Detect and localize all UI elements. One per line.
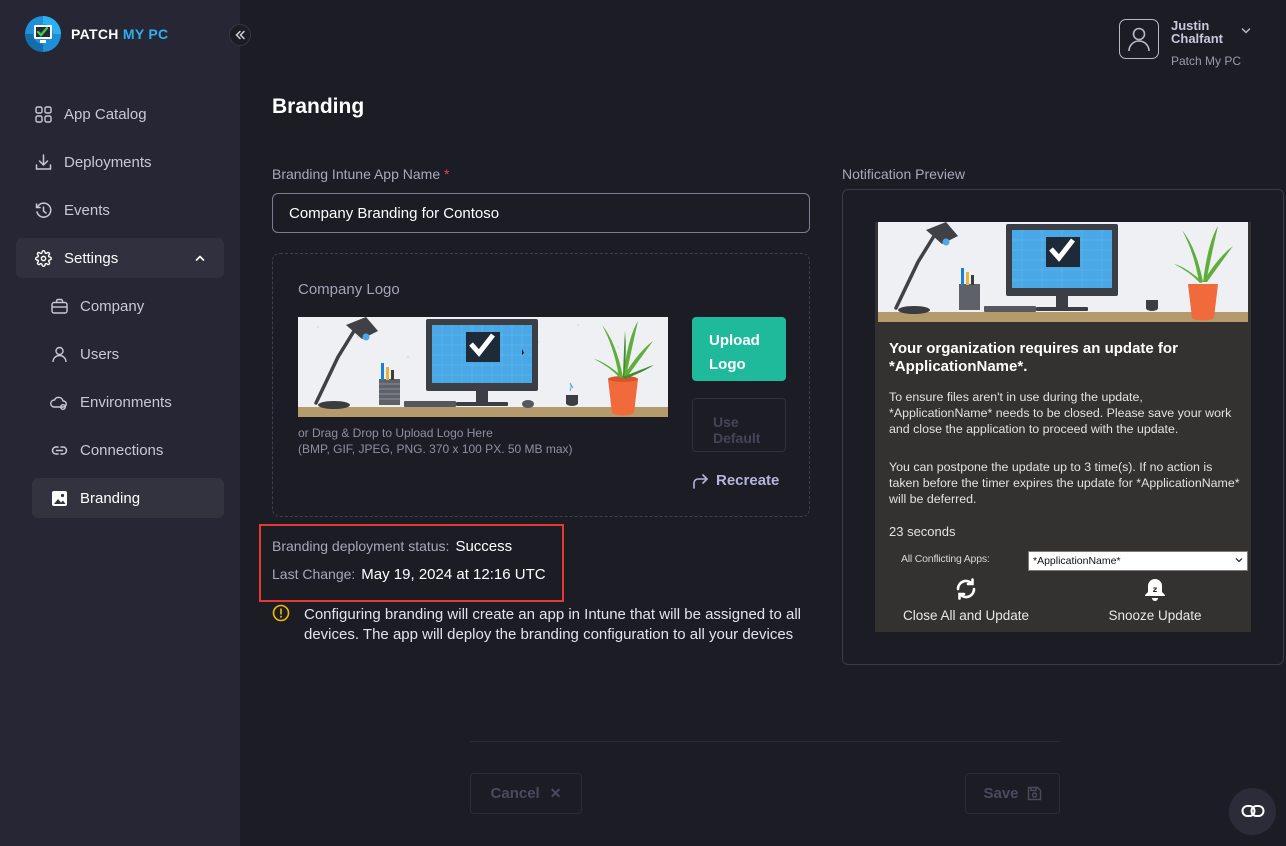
user-icon bbox=[50, 345, 68, 363]
user-menu[interactable]: Justin Chalfant Patch My PC bbox=[1119, 19, 1241, 68]
sidebar-item-users[interactable]: Users bbox=[32, 334, 224, 374]
sidebar-item-label: Deployments bbox=[64, 153, 152, 171]
conflicting-apps-value: *ApplicationName* bbox=[1033, 555, 1121, 567]
conflicting-apps-label: All Conflicting Apps: bbox=[901, 553, 990, 565]
drag-drop-hint: or Drag & Drop to Upload Logo Here (BMP,… bbox=[298, 425, 573, 457]
sidebar-item-label: Branding bbox=[80, 489, 141, 507]
svg-text:z: z bbox=[1153, 585, 1158, 594]
brand-name-accent: MY PC bbox=[122, 26, 169, 42]
grid-icon bbox=[34, 105, 52, 123]
last-change-value: May 19, 2024 at 12:16 UTC bbox=[361, 566, 546, 583]
deployment-status-label: Branding deployment status: bbox=[272, 538, 450, 554]
company-logo-image bbox=[298, 317, 668, 417]
briefcase-icon bbox=[50, 297, 68, 315]
gear-icon bbox=[34, 249, 52, 267]
sidebar-item-deployments[interactable]: Deployments bbox=[16, 142, 224, 182]
sidebar-item-label: Company bbox=[80, 297, 145, 315]
main-nav: App Catalog Deployments Events Settings bbox=[16, 94, 224, 526]
last-change: Last Change: May 19, 2024 at 12:16 UTC bbox=[272, 566, 546, 583]
toast-paragraph-2: You can postpone the update up to 3 time… bbox=[889, 460, 1240, 506]
recreate-label: Recreate bbox=[716, 472, 780, 489]
toast-logo-image bbox=[878, 222, 1248, 322]
app-name-input[interactable] bbox=[272, 193, 810, 233]
footer-divider bbox=[470, 741, 1060, 742]
app-name-label-text: Branding Intune App Name bbox=[272, 166, 441, 182]
chat-bubble-icon bbox=[1241, 804, 1264, 817]
user-avatar-icon bbox=[1128, 27, 1150, 52]
app-name-label: Branding Intune App Name * bbox=[272, 166, 449, 182]
image-icon bbox=[50, 489, 68, 507]
default-line2: Default bbox=[713, 429, 761, 446]
use-default-button[interactable]: Use Default bbox=[692, 398, 786, 452]
sidebar-item-app-catalog[interactable]: App Catalog bbox=[16, 94, 224, 134]
avatar bbox=[1119, 19, 1159, 59]
upload-logo-button[interactable]: Upload Logo bbox=[692, 317, 786, 381]
link-icon bbox=[50, 441, 68, 459]
notification-preview-label: Notification Preview bbox=[842, 166, 965, 182]
patch-my-pc-logo bbox=[25, 16, 61, 52]
sidebar-item-label: Connections bbox=[80, 441, 164, 459]
sidebar-item-company[interactable]: Company bbox=[32, 286, 224, 326]
collapse-sidebar-button[interactable] bbox=[229, 24, 251, 46]
cancel-label: Cancel bbox=[490, 785, 540, 802]
close-all-update-button[interactable]: Close All and Update bbox=[901, 575, 1031, 623]
page-title: Branding bbox=[272, 95, 365, 118]
floppy-disk-icon bbox=[1027, 786, 1042, 801]
conflicting-apps-select[interactable]: *ApplicationName* bbox=[1028, 551, 1248, 571]
logo-dropzone[interactable]: Company Logo or Drag & Drop to Upload Lo… bbox=[272, 253, 810, 517]
default-line1: Use bbox=[713, 413, 739, 430]
required-mark: * bbox=[444, 166, 450, 182]
share-arrow-icon bbox=[691, 473, 709, 489]
brand-name-primary: PATCH bbox=[71, 26, 119, 42]
close-all-label: Close All and Update bbox=[902, 608, 1030, 623]
notification-toast: Your organization requires an update for… bbox=[875, 222, 1251, 632]
company-logo-label: Company Logo bbox=[298, 281, 400, 298]
settings-submenu: Company Users Environments Connections B… bbox=[16, 286, 224, 518]
sidebar-item-label: App Catalog bbox=[64, 105, 147, 123]
sidebar-item-events[interactable]: Events bbox=[16, 190, 224, 230]
sidebar: PATCH MY PC App Catalog Deployments Even… bbox=[0, 0, 240, 846]
brand-logo-link[interactable]: PATCH MY PC bbox=[24, 15, 168, 53]
sidebar-item-settings[interactable]: Settings bbox=[16, 238, 224, 278]
upload-line1: Upload bbox=[709, 332, 760, 349]
double-chevron-left-icon bbox=[235, 30, 245, 40]
chevron-down-icon[interactable] bbox=[1240, 24, 1252, 42]
bell-snooze-icon: z bbox=[1097, 575, 1213, 603]
sidebar-item-label: Settings bbox=[64, 249, 119, 267]
toast-paragraph-1: To ensure files aren't in use during the… bbox=[889, 390, 1232, 436]
refresh-icon bbox=[901, 575, 1031, 603]
save-button[interactable]: Save bbox=[965, 773, 1060, 814]
recreate-button[interactable]: Recreate bbox=[691, 472, 779, 489]
user-name: Justin Chalfant bbox=[1171, 18, 1223, 46]
save-label: Save bbox=[983, 785, 1019, 802]
deployment-status: Branding deployment status: Success bbox=[272, 538, 512, 555]
upload-line2: Logo bbox=[709, 356, 746, 373]
chat-support-button[interactable] bbox=[1229, 788, 1276, 835]
sidebar-item-environments[interactable]: Environments bbox=[32, 382, 224, 422]
branding-info-text: Configuring branding will create an app … bbox=[304, 606, 801, 643]
last-change-label: Last Change: bbox=[272, 566, 356, 582]
snooze-update-button[interactable]: z Snooze Update bbox=[1097, 575, 1213, 623]
info-icon bbox=[272, 604, 290, 627]
sidebar-item-label: Events bbox=[64, 201, 110, 219]
deployment-status-value: Success bbox=[455, 538, 513, 555]
user-org: Patch My PC bbox=[1171, 54, 1242, 68]
sidebar-item-connections[interactable]: Connections bbox=[32, 430, 224, 470]
download-icon bbox=[34, 153, 52, 171]
close-icon: ✕ bbox=[549, 785, 562, 801]
drag-hint-line2: (BMP, GIF, JPEG, PNG. 370 x 100 PX. 50 M… bbox=[298, 442, 573, 456]
sidebar-item-label: Environments bbox=[80, 393, 172, 411]
cloud-icon bbox=[50, 393, 68, 411]
cancel-button[interactable]: Cancel ✕ bbox=[470, 773, 582, 814]
toast-timer: 23 seconds bbox=[889, 524, 956, 539]
drag-hint-line1: or Drag & Drop to Upload Logo Here bbox=[298, 426, 493, 440]
toast-title: Your organization requires an update for… bbox=[889, 340, 1178, 375]
snooze-label: Snooze Update bbox=[1108, 608, 1202, 623]
chevron-down-icon bbox=[1234, 555, 1244, 568]
sidebar-item-label: Users bbox=[80, 345, 120, 363]
history-icon bbox=[34, 201, 52, 219]
sidebar-item-branding[interactable]: Branding bbox=[32, 478, 224, 518]
chevron-up-icon bbox=[194, 251, 206, 268]
status-highlight-box bbox=[259, 524, 564, 602]
